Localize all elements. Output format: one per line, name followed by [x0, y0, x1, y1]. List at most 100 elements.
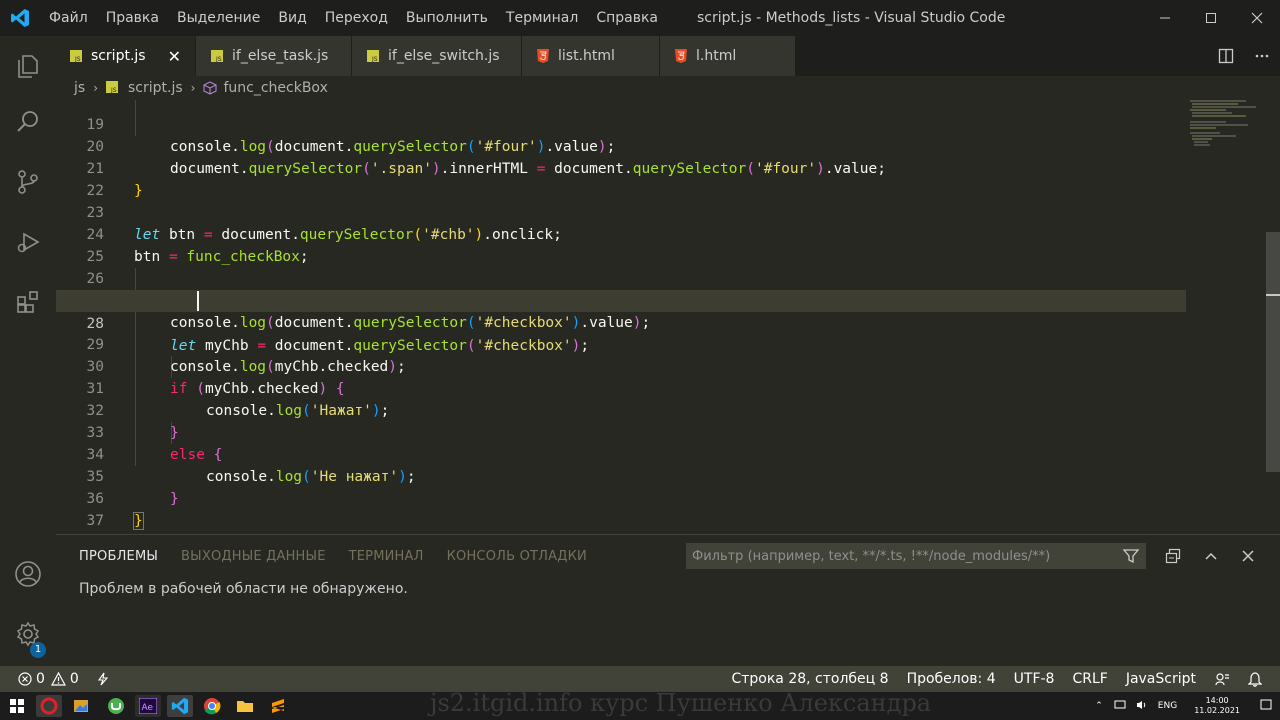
filter-funnel-icon[interactable]: [1122, 547, 1140, 569]
tab-debug-console[interactable]: КОНСОЛЬ ОТЛАДКИ: [447, 549, 587, 564]
js-file-icon: JS: [106, 81, 120, 95]
opera-browser-icon[interactable]: [36, 695, 62, 717]
encoding[interactable]: UTF-8: [1014, 671, 1055, 687]
extensions-icon[interactable]: [0, 272, 56, 332]
text-cursor: [197, 291, 199, 311]
close-window-button[interactable]: [1234, 0, 1280, 36]
code-line: 27 console.log(document.querySelector('#…: [87, 293, 651, 331]
notifications-bell-icon[interactable]: [1248, 671, 1262, 687]
file-explorer-icon[interactable]: [232, 695, 258, 717]
error-icon: [18, 672, 32, 686]
more-actions-icon[interactable]: [1244, 36, 1280, 76]
problems-status[interactable]: 0 0: [18, 671, 79, 687]
settings-gear-icon[interactable]: 1: [0, 604, 56, 664]
code-line: 30 if (myChb.checked) {: [86, 359, 345, 397]
end-of-line[interactable]: CRLF: [1072, 671, 1107, 687]
tab-if-else-switch-js[interactable]: JS if_else_switch.js: [352, 36, 522, 76]
code-line: 24 btn = func_checkBox;: [86, 227, 309, 265]
menu-view[interactable]: Вид: [269, 0, 315, 36]
html5-file-icon: [536, 49, 550, 63]
close-panel-icon[interactable]: [1235, 543, 1261, 569]
utorrent-icon[interactable]: [103, 695, 129, 717]
vscode-taskbar-icon[interactable]: [167, 695, 193, 717]
vscode-logo-icon: [0, 0, 40, 36]
tray-expand-icon[interactable]: ⌃: [1095, 701, 1103, 711]
sublime-icon[interactable]: [265, 695, 291, 717]
collapse-all-icon[interactable]: [1160, 543, 1186, 569]
editor-tabs: JS script.js ✕ JS if_else_task.js JS if_…: [56, 36, 1280, 76]
code-line: 38: [56, 510, 1186, 532]
source-control-icon[interactable]: [0, 152, 56, 212]
svg-text:Ae: Ae: [142, 703, 154, 713]
accounts-icon[interactable]: [0, 544, 56, 604]
clock[interactable]: 14:00 11.02.2021: [1194, 696, 1240, 716]
code-line: 20 document.querySelector('.span').inner…: [86, 139, 886, 177]
close-tab-icon[interactable]: ✕: [168, 47, 181, 66]
tab-if-else-task-js[interactable]: JS if_else_task.js: [196, 36, 352, 76]
bottom-panel: ПРОБЛЕМЫ ВЫХОДНЫЕ ДАННЫЕ ТЕРМИНАЛ КОНСОЛ…: [56, 534, 1280, 666]
menu-run[interactable]: Выполнить: [397, 0, 497, 36]
code-line: 35 }: [86, 469, 179, 507]
tab-terminal[interactable]: ТЕРМИНАЛ: [349, 549, 424, 564]
tab-output[interactable]: ВЫХОДНЫЕ ДАННЫЕ: [181, 549, 326, 564]
tab-l-html[interactable]: l.html: [660, 36, 796, 76]
svg-text:JS: JS: [371, 56, 378, 62]
split-editor-icon[interactable]: [1208, 36, 1244, 76]
breadcrumb-file[interactable]: script.js: [128, 80, 183, 96]
windows-start-icon[interactable]: [4, 695, 30, 717]
js-file-icon: JS: [366, 49, 380, 63]
problems-message: Проблем в рабочей области не обнаружено.: [79, 581, 408, 597]
vertical-scrollbar[interactable]: [1266, 232, 1280, 472]
maximize-button[interactable]: [1188, 0, 1234, 36]
minimize-button[interactable]: [1142, 0, 1188, 36]
breadcrumb-folder[interactable]: js: [74, 80, 85, 96]
tab-script-js[interactable]: JS script.js ✕: [56, 36, 196, 76]
settings-badge: 1: [30, 642, 46, 658]
js-file-icon: JS: [210, 49, 224, 63]
menu-go[interactable]: Переход: [316, 0, 397, 36]
action-center-icon[interactable]: [1260, 699, 1272, 714]
chrome-icon[interactable]: [199, 695, 225, 717]
run-debug-icon[interactable]: [0, 212, 56, 272]
input-language[interactable]: ENG: [1158, 701, 1177, 711]
menu-file[interactable]: Файл: [40, 0, 97, 36]
minimap[interactable]: [1186, 92, 1266, 534]
tab-label: if_else_switch.js: [388, 48, 500, 64]
watermark: js2.itgid.info курс Пушенко Александра: [430, 689, 932, 717]
tab-problems[interactable]: ПРОБЛЕМЫ: [79, 549, 158, 564]
menu-terminal[interactable]: Терминал: [497, 0, 587, 36]
volume-icon[interactable]: [1136, 700, 1148, 713]
clock-date: 11.02.2021: [1194, 706, 1240, 715]
filter-placeholder: Фильтр (например, text, **/*.ts, !**/nod…: [692, 548, 1051, 564]
code-line: 26 function func_checkBox() {: [86, 271, 361, 309]
menu-selection[interactable]: Выделение: [168, 0, 269, 36]
cursor-position[interactable]: Строка 28, столбец 8: [731, 671, 888, 687]
indentation[interactable]: Пробелов: 4: [907, 671, 996, 687]
cursor-position-marker: [1266, 294, 1280, 296]
language-mode[interactable]: JavaScript: [1126, 671, 1196, 687]
after-effects-icon[interactable]: Ae: [135, 695, 161, 717]
feedback-icon[interactable]: [1214, 671, 1230, 687]
lightning-icon[interactable]: [97, 672, 109, 686]
explorer-icon[interactable]: [0, 36, 56, 96]
menu-edit[interactable]: Правка: [97, 0, 168, 36]
image-viewer-icon[interactable]: [68, 695, 94, 717]
code-line: 33 else {: [86, 425, 223, 463]
chevron-right-icon: ›: [93, 81, 98, 95]
search-icon[interactable]: [0, 92, 56, 152]
code-line: 25: [86, 249, 104, 265]
svg-text:JS: JS: [215, 56, 222, 62]
tab-label: l.html: [696, 48, 737, 64]
html5-file-icon: [674, 49, 688, 63]
problems-filter-input[interactable]: Фильтр (например, text, **/*.ts, !**/nod…: [686, 543, 1146, 569]
code-line: 34 console.log('Не нажат');: [86, 447, 416, 485]
code-line: 21 }: [86, 161, 143, 199]
code-editor[interactable]: 19 console.log(document.querySelector('#…: [56, 92, 1280, 534]
code-line: 29 console.log(myChb.checked);: [86, 337, 406, 375]
breadcrumb-symbol[interactable]: func_checkBox: [223, 80, 327, 96]
tab-list-html[interactable]: list.html: [522, 36, 660, 76]
menu-bar: Файл Правка Выделение Вид Переход Выполн…: [40, 0, 667, 36]
network-icon[interactable]: [1114, 700, 1126, 713]
maximize-panel-icon[interactable]: [1198, 543, 1224, 569]
clock-time: 14:00: [1205, 696, 1229, 705]
